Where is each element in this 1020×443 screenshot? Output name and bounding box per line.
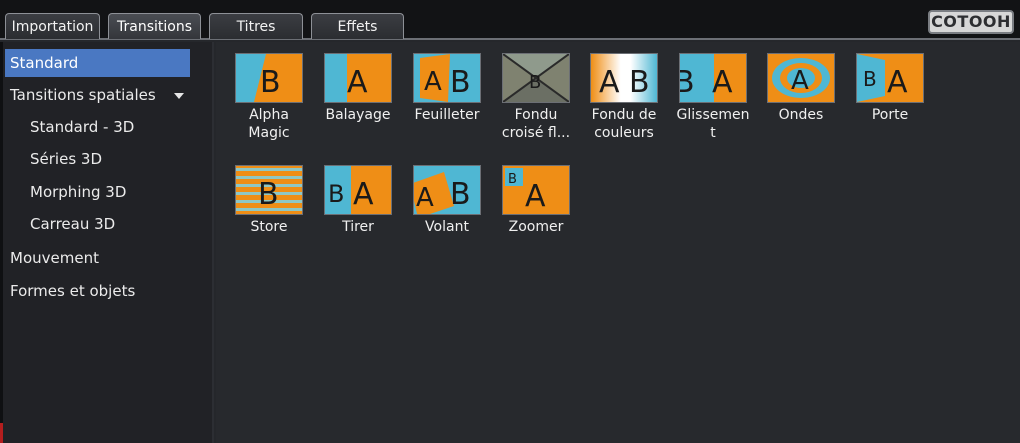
pull-thumbnail-icon: B A (324, 165, 392, 215)
transition-tile-alpha-magic[interactable]: B Alpha Magic (225, 53, 313, 142)
tile-label: Feuilleter (414, 107, 480, 123)
tile-label: Alpha Magic (248, 107, 290, 141)
transition-tile-tirer[interactable]: B A Tirer (314, 165, 402, 236)
transition-tile-porte[interactable]: B A Porte (846, 53, 934, 124)
transition-grid: B Alpha Magic A Balayage A B Feuilleter … (216, 42, 1020, 443)
svg-text:A: A (424, 67, 442, 97)
tile-label: Tirer (342, 219, 374, 235)
sidebar-item-label: Standard - 3D (30, 118, 135, 136)
transition-tile-fondu-croise[interactable]: B Fondu croisé fl... (492, 53, 580, 142)
tile-label: Volant (425, 219, 469, 235)
svg-text:B: B (450, 65, 471, 100)
tile-label: Ondes (778, 107, 824, 123)
svg-text:A: A (525, 179, 546, 214)
svg-text:A: A (353, 177, 374, 212)
svg-text:A: A (791, 66, 809, 96)
sidebar-item-label: Tansitions spatiales (10, 86, 156, 104)
sidebar-item-standard[interactable]: Standard (5, 49, 190, 77)
tab-importation[interactable]: Importation (5, 13, 100, 39)
svg-text:B: B (680, 65, 695, 100)
transition-tile-store[interactable]: B Store (225, 165, 313, 236)
waves-thumbnail-icon: A (767, 53, 835, 103)
category-sidebar: Standard Tansitions spatiales Standard -… (0, 42, 214, 443)
transition-tile-balayage[interactable]: A Balayage (314, 53, 402, 124)
svg-text:B: B (450, 177, 471, 212)
page-turn-thumbnail-icon: A B (413, 53, 481, 103)
tile-label: Fondu de couleurs (591, 107, 657, 141)
transition-tile-zoomer[interactable]: B A Zoomer (492, 165, 580, 236)
color-fade-thumbnail-icon: A B (590, 53, 658, 103)
transitions-window: Importation Transitions Titres Effets CO… (0, 0, 1020, 443)
tile-label: Fondu croisé fl... (501, 107, 571, 141)
sidebar-item-carreau-3d[interactable]: Carreau 3D (5, 210, 115, 238)
transition-tile-volant[interactable]: A B Volant (403, 165, 491, 236)
blinds-thumbnail-icon: B (235, 165, 303, 215)
chevron-down-icon[interactable] (174, 92, 185, 99)
tab-effets[interactable]: Effets (311, 13, 404, 39)
tab-titres[interactable]: Titres (209, 13, 303, 39)
svg-text:A: A (416, 183, 434, 213)
sidebar-item-label: Carreau 3D (30, 215, 116, 233)
sidebar-item-label: Formes et objets (10, 282, 136, 300)
transition-tile-glissement[interactable]: B A Glissement (669, 53, 757, 142)
sidebar-item-tansitions-spatiales[interactable]: Tansitions spatiales (5, 81, 185, 109)
tile-label: Glissemen t (676, 107, 750, 141)
sidebar-item-formes-et-objets[interactable]: Formes et objets (5, 277, 135, 305)
sidebar-item-series-3d[interactable]: Séries 3D (5, 145, 102, 173)
svg-text:A: A (599, 65, 620, 100)
sidebar-item-standard-3d[interactable]: Standard - 3D (5, 113, 134, 141)
sidebar-item-mouvement[interactable]: Mouvement (5, 244, 99, 272)
svg-text:A: A (347, 65, 368, 100)
sidebar-item-label: Mouvement (10, 249, 99, 267)
svg-text:B: B (328, 180, 344, 208)
tile-label: Porte (871, 107, 909, 123)
svg-text:B: B (629, 65, 650, 100)
svg-text:B: B (260, 65, 281, 100)
flying-thumbnail-icon: A B (413, 165, 481, 215)
tile-label: Store (250, 219, 288, 235)
sidebar-item-label: Séries 3D (30, 150, 102, 168)
svg-text:A: A (712, 65, 733, 100)
sidebar-item-label: Standard (10, 54, 79, 72)
catooh-logo[interactable]: COTOOH (928, 10, 1014, 34)
wipe-thumbnail-icon: A (324, 53, 392, 103)
transition-tile-feuilleter[interactable]: A B Feuilleter (403, 53, 491, 124)
svg-text:B: B (529, 72, 541, 93)
crossfade-thumbnail-icon: B (502, 53, 570, 103)
tile-label: Zoomer (508, 219, 564, 235)
door-thumbnail-icon: B A (856, 53, 924, 103)
tab-transitions[interactable]: Transitions (108, 13, 201, 39)
svg-text:A: A (887, 65, 908, 100)
svg-text:B: B (863, 67, 877, 91)
zoom-thumbnail-icon: B A (502, 165, 570, 215)
tab-bar: Importation Transitions Titres Effets CO… (0, 0, 1020, 40)
sidebar-item-morphing-3d[interactable]: Morphing 3D (5, 178, 126, 206)
tile-label: Balayage (325, 107, 391, 123)
window-edge-marker (0, 423, 3, 443)
alpha-magic-thumbnail-icon: B (235, 53, 303, 103)
slide-thumbnail-icon: B A (679, 53, 747, 103)
sidebar-item-label: Morphing 3D (30, 183, 127, 201)
transition-tile-fondu-de-couleurs[interactable]: A B Fondu de couleurs (580, 53, 668, 142)
svg-text:B: B (508, 172, 517, 187)
transition-tile-ondes[interactable]: A Ondes (757, 53, 845, 124)
svg-text:B: B (258, 177, 279, 212)
